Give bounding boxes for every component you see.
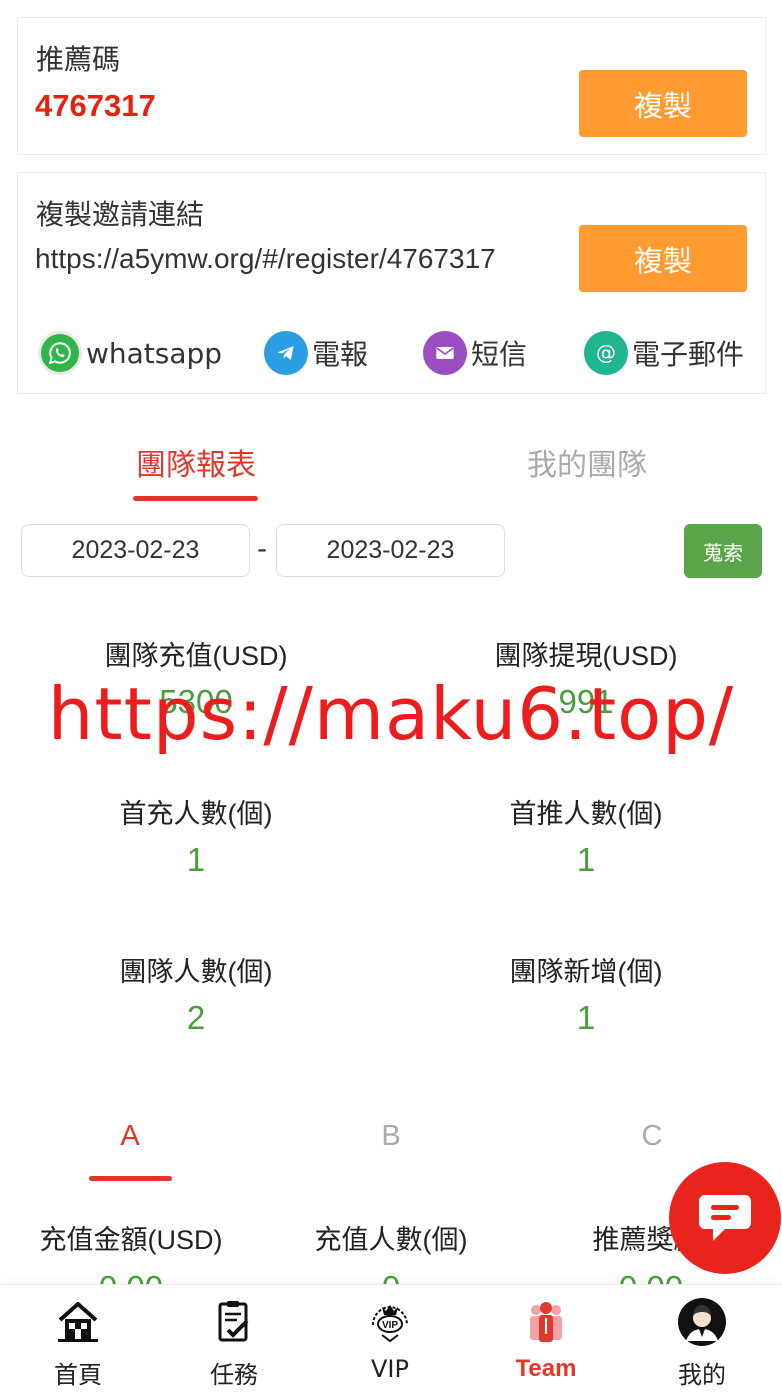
stat-value: 1 [186, 841, 206, 878]
start-date-input[interactable]: 2023-02-23 [21, 524, 250, 577]
stat-label: 首推人數(個) [509, 799, 663, 829]
stat-label: 團隊充值(USD) [104, 641, 288, 671]
team-icon [521, 1297, 571, 1347]
stat-team-new: 團隊新增(個) 1 [391, 950, 781, 1037]
stat-label: 首充人數(個) [119, 799, 273, 829]
home-icon [53, 1297, 103, 1347]
invite-card: 複製邀請連結 https://a5ymw.org/#/register/4767… [17, 172, 766, 394]
email-icon: @ [584, 331, 628, 375]
stat-value: 1 [576, 999, 596, 1036]
watermark-text: https://maku6.top/ [47, 672, 735, 756]
nav-team[interactable]: Team [468, 1285, 624, 1392]
chat-bubble-icon [699, 1195, 751, 1241]
share-email-label: 電子郵件 [632, 338, 745, 371]
stat-label: 團隊新增(個) [509, 957, 663, 987]
level-stat-label: 充值人數(個) [314, 1225, 468, 1255]
nav-tasks[interactable]: 任務 [156, 1285, 312, 1392]
search-button[interactable]: 蒐索 [684, 524, 762, 578]
stat-value: 2 [186, 999, 206, 1036]
share-sms-label: 短信 [471, 338, 528, 371]
referral-title: 推薦碼 [36, 43, 121, 76]
stat-first-recharge: 首充人數(個) 1 [1, 792, 391, 879]
svg-text:VIP: VIP [382, 1320, 398, 1331]
telegram-icon [264, 331, 308, 375]
level-stat-label: 充值金額(USD) [39, 1225, 223, 1255]
chat-support-button[interactable] [669, 1162, 781, 1274]
end-date-input[interactable]: 2023-02-23 [276, 524, 505, 577]
share-email[interactable]: @ 電子郵件 [584, 325, 744, 381]
nav-home-label: 首頁 [54, 1361, 102, 1389]
vip-icon: VIP [365, 1297, 415, 1347]
copy-link-button[interactable]: 複製 [579, 225, 747, 292]
level-tab-indicator [89, 1176, 172, 1181]
active-tab-indicator [133, 496, 258, 501]
share-whatsapp-label: whatsapp [86, 336, 223, 370]
invite-link: https://a5ymw.org/#/register/4767317 [35, 243, 496, 274]
stat-value: 1 [576, 841, 596, 878]
tab-my-team[interactable]: 我的團隊 [487, 440, 687, 484]
nav-team-label: Team [515, 1355, 577, 1382]
stat-first-referral: 首推人數(個) 1 [391, 792, 781, 879]
nav-profile[interactable]: 我的 [624, 1285, 780, 1392]
bottom-nav: 首頁 任務 VIP VIP Team 我的 [0, 1284, 782, 1392]
whatsapp-icon [38, 331, 82, 375]
share-row: whatsapp 電報 短信 @ 電子郵件 [18, 325, 765, 381]
nav-home[interactable]: 首頁 [0, 1285, 156, 1392]
share-telegram[interactable]: 電報 [264, 325, 368, 381]
profile-icon [677, 1297, 727, 1347]
nav-tasks-label: 任務 [210, 1361, 258, 1389]
referral-code: 4767317 [35, 88, 156, 123]
share-telegram-label: 電報 [312, 338, 369, 371]
stat-label: 團隊提現(USD) [494, 641, 678, 671]
level-tab-b[interactable]: B [331, 1120, 451, 1153]
invite-title: 複製邀請連結 [36, 198, 205, 231]
stat-label: 團隊人數(個) [119, 957, 273, 987]
task-icon [209, 1297, 259, 1347]
svg-text:@: @ [596, 340, 616, 364]
stat-team-size: 團隊人數(個) 2 [1, 950, 391, 1037]
nav-vip[interactable]: VIP VIP [312, 1285, 468, 1392]
level-tab-c[interactable]: C [592, 1120, 712, 1153]
nav-vip-label: VIP [371, 1355, 409, 1383]
sms-icon [423, 331, 467, 375]
referral-card: 推薦碼 4767317 複製 [17, 17, 766, 155]
nav-profile-label: 我的 [678, 1361, 726, 1389]
copy-code-button[interactable]: 複製 [579, 70, 747, 137]
level-tab-a[interactable]: A [70, 1120, 190, 1153]
report-tabs: 團隊報表 我的團隊 [0, 430, 782, 505]
share-whatsapp[interactable]: whatsapp [38, 325, 222, 381]
tab-team-report[interactable]: 團隊報表 [96, 440, 296, 484]
share-sms[interactable]: 短信 [423, 325, 527, 381]
date-separator: - [257, 532, 268, 565]
